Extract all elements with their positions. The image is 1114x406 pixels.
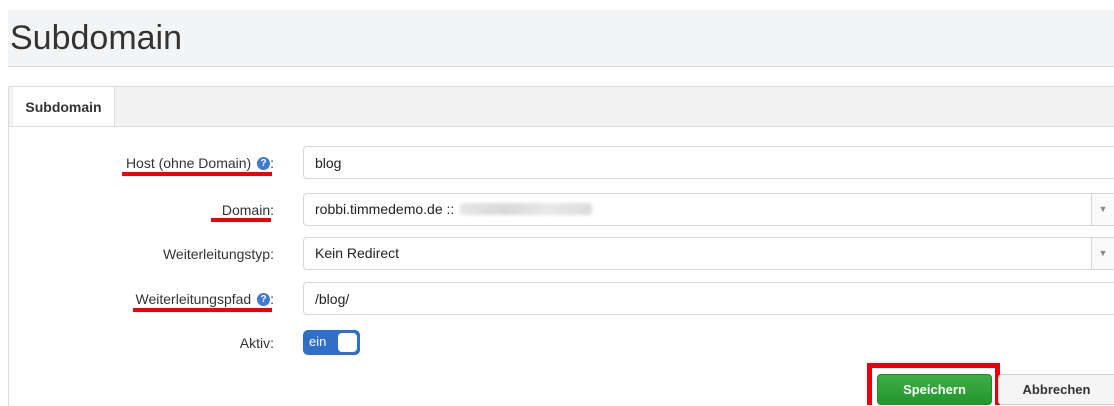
redirect-type-label-colon: : <box>270 246 274 262</box>
redirect-type-label-text: Weiterleitungstyp <box>162 246 271 262</box>
domain-label: Domain: <box>222 202 274 218</box>
active-label-colon: : <box>270 335 274 351</box>
tab-bar: Subdomain <box>9 87 1114 127</box>
red-underline-host <box>122 172 272 176</box>
active-label-text: Aktiv <box>239 335 271 351</box>
active-toggle-text: ein <box>309 334 327 349</box>
tab-subdomain[interactable]: Subdomain <box>13 87 115 126</box>
host-label-colon: : <box>270 155 274 171</box>
domain-select-value: robbi.timmedemo.de :: <box>315 201 455 217</box>
redirect-path-label-colon: : <box>270 291 274 307</box>
redirect-path-label-text: Weiterleitungspfad <box>135 291 252 307</box>
question-circle-icon[interactable]: ? <box>257 293 271 306</box>
redirect-type-value: Kein Redirect <box>315 245 400 261</box>
host-label-text: Host (ohne Domain) <box>125 155 252 171</box>
redirect-type-select[interactable]: Kein Redirect ▼ <box>303 237 1114 270</box>
redirect-path-input[interactable] <box>303 282 1114 315</box>
toggle-knob <box>338 333 357 352</box>
redirect-type-label: Weiterleitungstyp: <box>163 246 274 262</box>
redirect-path-label: Weiterleitungspfad ?: <box>136 291 274 307</box>
chevron-down-icon[interactable]: ▼ <box>1091 194 1114 225</box>
page-title: Subdomain <box>10 19 183 57</box>
host-input[interactable] <box>303 146 1114 179</box>
cancel-button[interactable]: Abbrechen <box>998 374 1114 405</box>
active-toggle[interactable]: ein <box>303 330 360 355</box>
question-circle-icon[interactable]: ? <box>257 157 271 170</box>
page-header: Subdomain <box>8 10 1114 67</box>
chevron-down-icon[interactable]: ▼ <box>1091 238 1114 269</box>
redacted-text <box>460 203 593 215</box>
red-underline-domain <box>211 218 271 222</box>
domain-label-colon: : <box>270 202 274 218</box>
save-button[interactable]: Speichern <box>877 374 992 405</box>
active-label: Aktiv: <box>240 335 274 351</box>
red-underline-redirect-path <box>133 308 272 312</box>
domain-label-text: Domain <box>221 202 271 218</box>
host-label: Host (ohne Domain) ?: <box>126 155 274 171</box>
domain-select[interactable]: robbi.timmedemo.de :: ▼ <box>303 193 1114 226</box>
